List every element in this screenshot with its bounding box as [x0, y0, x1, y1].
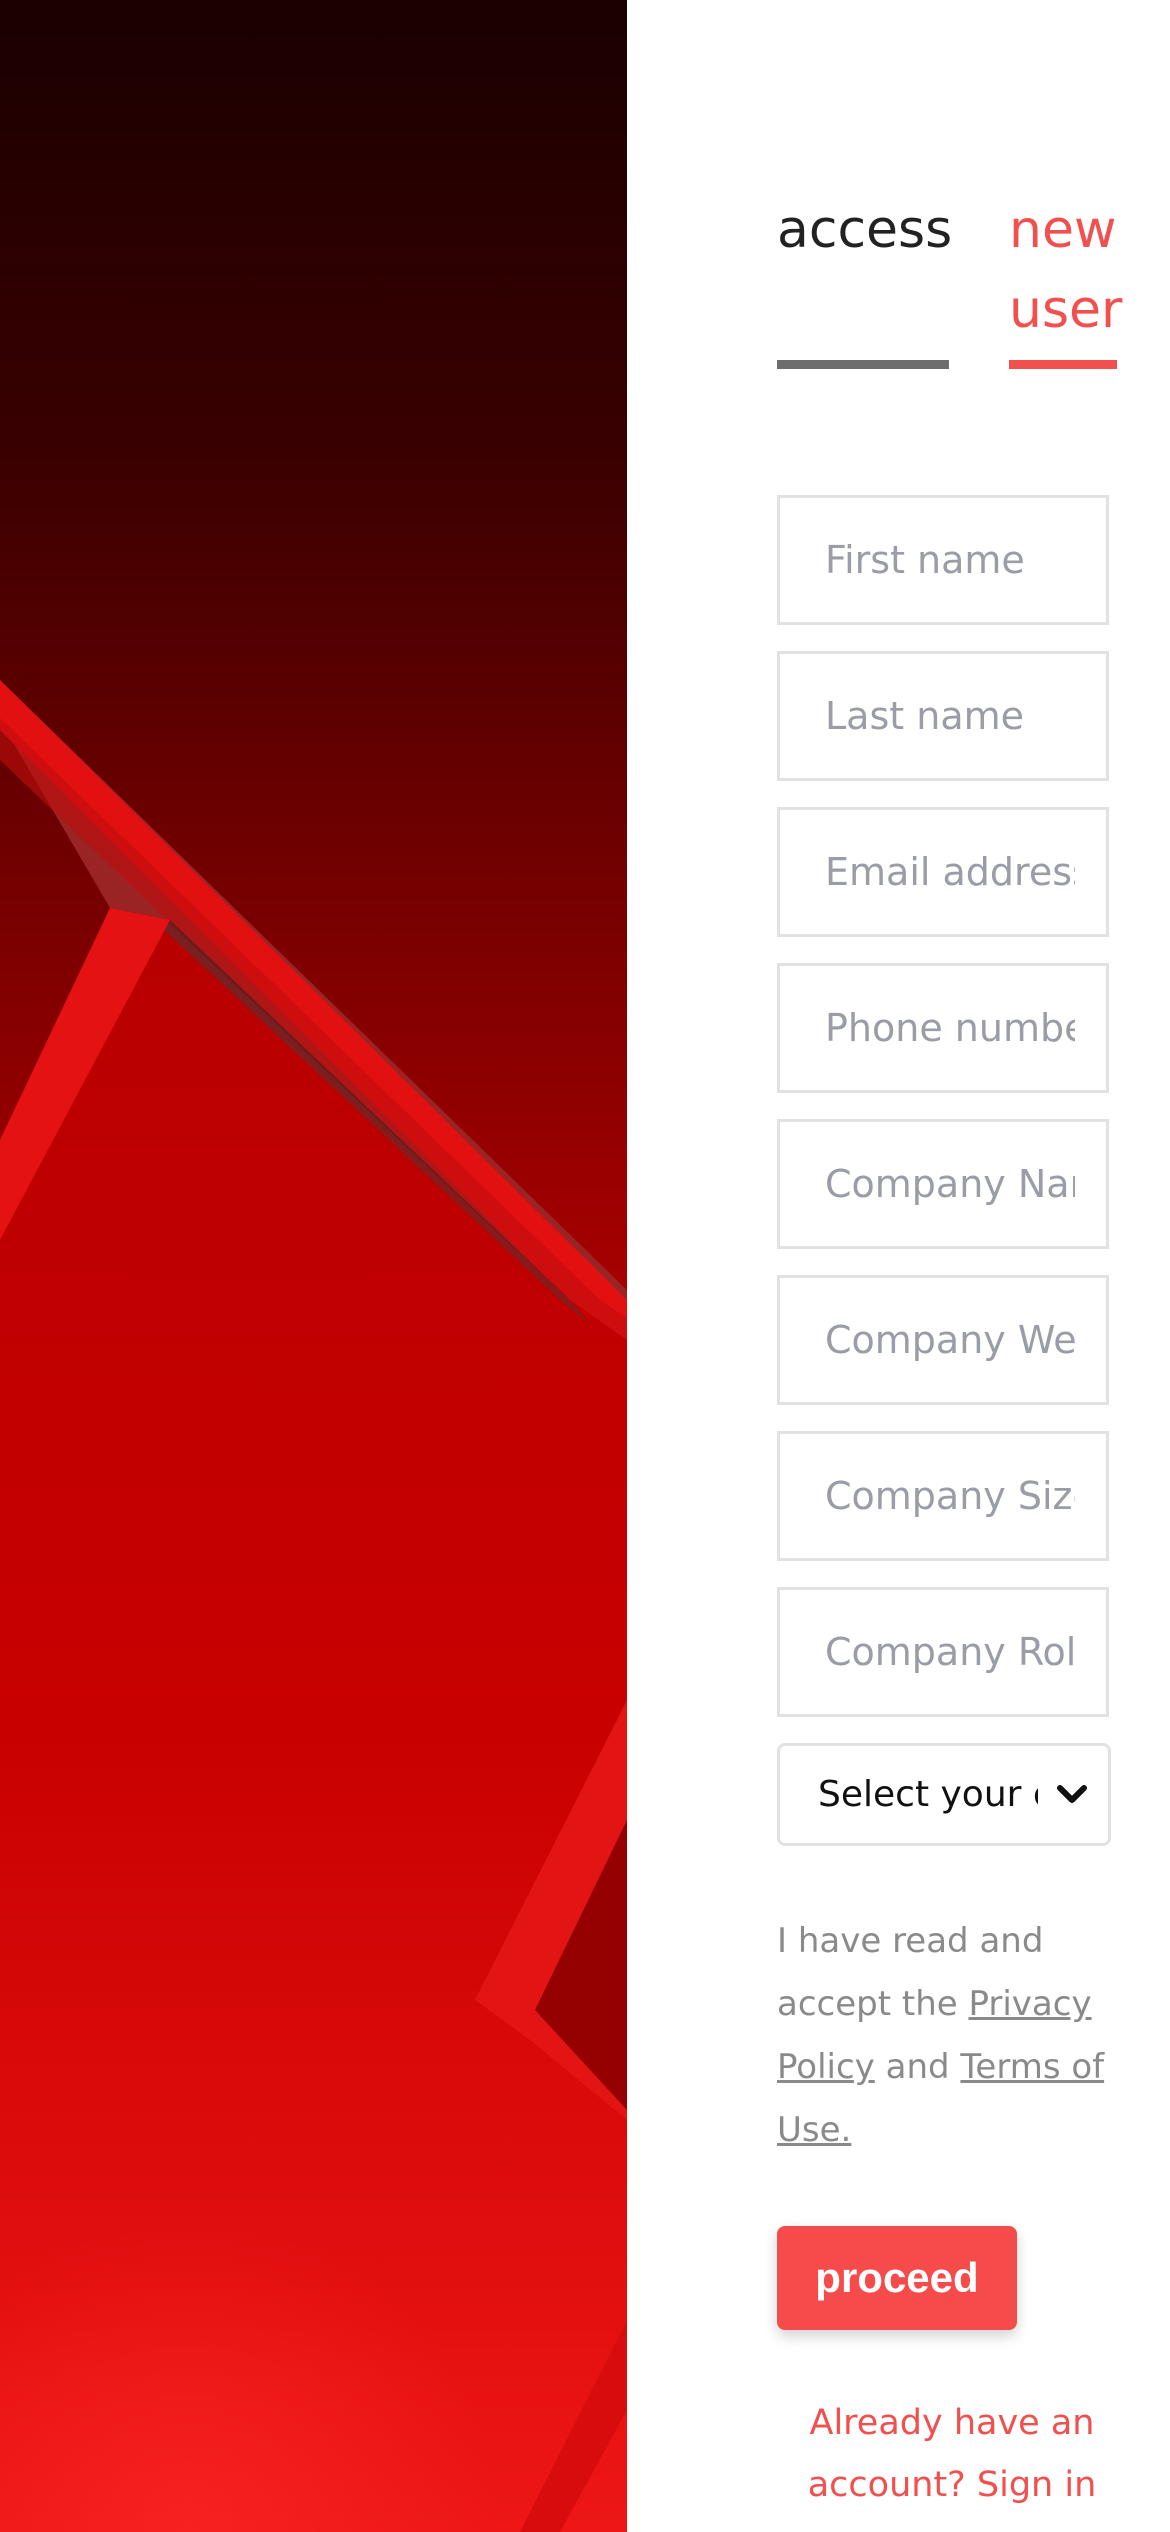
first-name-input[interactable] [825, 498, 1075, 622]
last-name-field[interactable] [777, 651, 1109, 781]
signup-panel: access new user Select your country I ha… [627, 0, 1170, 2532]
first-name-field[interactable] [777, 495, 1109, 625]
company-size-field[interactable] [777, 1431, 1109, 1561]
tab-new-user-underline [1009, 360, 1117, 369]
company-name-input[interactable] [825, 1122, 1075, 1246]
proceed-button[interactable]: proceed [777, 2226, 1017, 2330]
sign-in-link[interactable]: Already have an account? Sign in [777, 2392, 1127, 2516]
country-select[interactable]: Select your country [777, 1743, 1111, 1846]
company-website-input[interactable] [825, 1278, 1075, 1402]
company-website-field[interactable] [777, 1275, 1109, 1405]
email-input[interactable] [825, 810, 1075, 934]
tab-access-label: access [777, 200, 953, 260]
auth-tabs: access new user [777, 190, 1127, 370]
company-role-field[interactable] [777, 1587, 1109, 1717]
company-name-field[interactable] [777, 1119, 1109, 1249]
abstract-red-background [0, 0, 627, 2532]
company-size-input[interactable] [825, 1434, 1075, 1558]
consent-middle: and [874, 2047, 961, 2087]
phone-field[interactable] [777, 963, 1109, 1093]
phone-input[interactable] [825, 966, 1075, 1090]
decorative-background-panel [0, 0, 627, 2532]
last-name-input[interactable] [825, 654, 1075, 778]
chevron-down-icon [1057, 1785, 1087, 1803]
tab-new-user-label: new user [1009, 200, 1123, 340]
tab-access[interactable]: access [777, 190, 953, 270]
email-field[interactable] [777, 807, 1109, 937]
company-role-input[interactable] [825, 1590, 1075, 1714]
country-select-value: Select your country [818, 1774, 1038, 1815]
consent-text: I have read and accept the Privacy Polic… [777, 1910, 1127, 2162]
tab-access-underline [777, 360, 949, 369]
tab-new-user[interactable]: new user [1009, 190, 1123, 350]
